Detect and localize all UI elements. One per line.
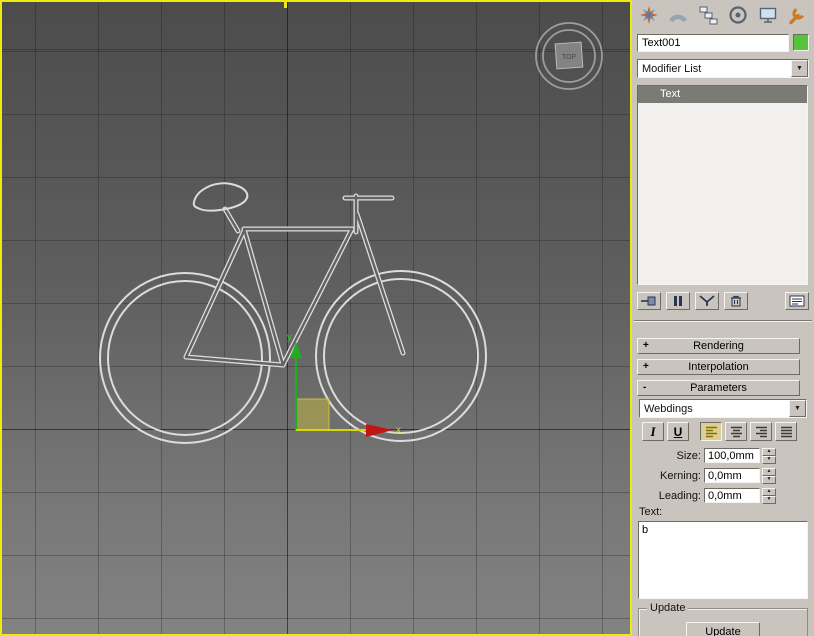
rollout-expand-icon: +	[643, 340, 649, 351]
rollout-parameters[interactable]: - Parameters	[637, 380, 800, 396]
italic-button[interactable]: I	[642, 422, 664, 441]
remove-modifier-icon[interactable]	[724, 292, 748, 310]
modify-tab-icon[interactable]	[666, 4, 691, 27]
size-row: Size: ▲ ▼	[637, 447, 809, 464]
rollout-parameters-label: Parameters	[690, 382, 747, 394]
align-justify-button[interactable]	[775, 422, 797, 441]
rollout-rendering[interactable]: + Rendering	[637, 338, 800, 354]
display-tab-icon[interactable]	[755, 4, 780, 27]
kerning-spinner: ▲ ▼	[762, 468, 776, 484]
align-center-button[interactable]	[725, 422, 747, 441]
font-combo-value[interactable]: Webdings	[640, 400, 789, 417]
leading-label: Leading:	[637, 490, 701, 502]
gizmo-xy-plane-handle[interactable]	[296, 399, 329, 430]
viewport-top[interactable]: y x TOP	[0, 0, 632, 636]
rollout-interpolation[interactable]: + Interpolation	[637, 359, 800, 375]
spinner-up-icon[interactable]: ▲	[762, 488, 776, 496]
scene-svg: y x TOP	[0, 0, 632, 636]
update-group-label: Update	[647, 602, 688, 614]
utilities-tab-icon[interactable]	[785, 4, 810, 27]
text-field-label: Text:	[639, 506, 662, 518]
rollout-rendering-label: Rendering	[693, 340, 744, 352]
view-rotation-gizmo[interactable]: TOP	[536, 23, 602, 89]
modifier-list-value[interactable]: Modifier List	[638, 60, 791, 77]
modifier-stack-item-text[interactable]: Text	[638, 86, 807, 103]
3ds-max-window: y x TOP	[0, 0, 814, 636]
configure-modifier-sets-icon[interactable]	[785, 292, 809, 310]
create-tab-icon[interactable]	[636, 4, 661, 27]
font-combo[interactable]: Webdings ▼	[639, 399, 807, 418]
hierarchy-tab-icon[interactable]	[696, 4, 721, 27]
kerning-input[interactable]	[704, 468, 760, 483]
show-end-result-icon[interactable]	[666, 292, 690, 310]
gizmo-x-arrow[interactable]	[366, 424, 393, 437]
viewport-border-tick	[284, 0, 287, 8]
object-color-swatch[interactable]	[793, 34, 809, 51]
command-panel: Modifier List ▼ Text	[632, 0, 814, 636]
leading-input[interactable]	[704, 488, 760, 503]
spinner-down-icon[interactable]: ▼	[762, 456, 776, 464]
axis-y-label: y	[287, 332, 292, 343]
transform-gizmo[interactable]: y x	[287, 332, 401, 437]
make-unique-icon[interactable]	[695, 292, 719, 310]
update-button[interactable]: Update	[686, 622, 760, 636]
view-cube-label: TOP	[562, 54, 577, 61]
chevron-down-icon[interactable]: ▼	[791, 60, 808, 77]
align-left-button[interactable]	[700, 422, 722, 441]
kerning-row: Kerning: ▲ ▼	[637, 467, 809, 484]
bicycle-shape[interactable]	[100, 183, 486, 443]
spinner-down-icon[interactable]: ▼	[762, 476, 776, 484]
chevron-down-icon[interactable]: ▼	[789, 400, 806, 417]
size-label: Size:	[637, 450, 701, 462]
update-group: Update Update	[638, 608, 808, 636]
text-style-toolbar: I U	[642, 422, 800, 441]
object-name-row	[637, 33, 809, 52]
text-content-input[interactable]: b	[638, 521, 808, 599]
axis-x-label: x	[396, 425, 401, 436]
leading-spinner: ▲ ▼	[762, 488, 776, 504]
rollout-collapse-icon: -	[643, 382, 646, 393]
pin-stack-icon[interactable]	[637, 292, 661, 310]
modifier-list-combo[interactable]: Modifier List ▼	[637, 59, 809, 78]
spinner-up-icon[interactable]: ▲	[762, 468, 776, 476]
modifier-stack-list[interactable]: Text	[637, 85, 808, 285]
underline-button[interactable]: U	[667, 422, 689, 441]
spinner-down-icon[interactable]: ▼	[762, 496, 776, 504]
rollout-expand-icon: +	[643, 361, 649, 372]
size-spinner: ▲ ▼	[762, 448, 776, 464]
command-panel-tabs	[636, 3, 810, 27]
spinner-up-icon[interactable]: ▲	[762, 448, 776, 456]
kerning-label: Kerning:	[637, 470, 701, 482]
align-right-button[interactable]	[750, 422, 772, 441]
motion-tab-icon[interactable]	[725, 4, 750, 27]
object-name-input[interactable]	[637, 34, 789, 52]
leading-row: Leading: ▲ ▼	[637, 487, 809, 504]
modifier-stack-toolbar	[637, 291, 809, 310]
panel-separator	[634, 320, 812, 322]
size-input[interactable]	[704, 448, 760, 463]
rollout-interpolation-label: Interpolation	[688, 361, 749, 373]
